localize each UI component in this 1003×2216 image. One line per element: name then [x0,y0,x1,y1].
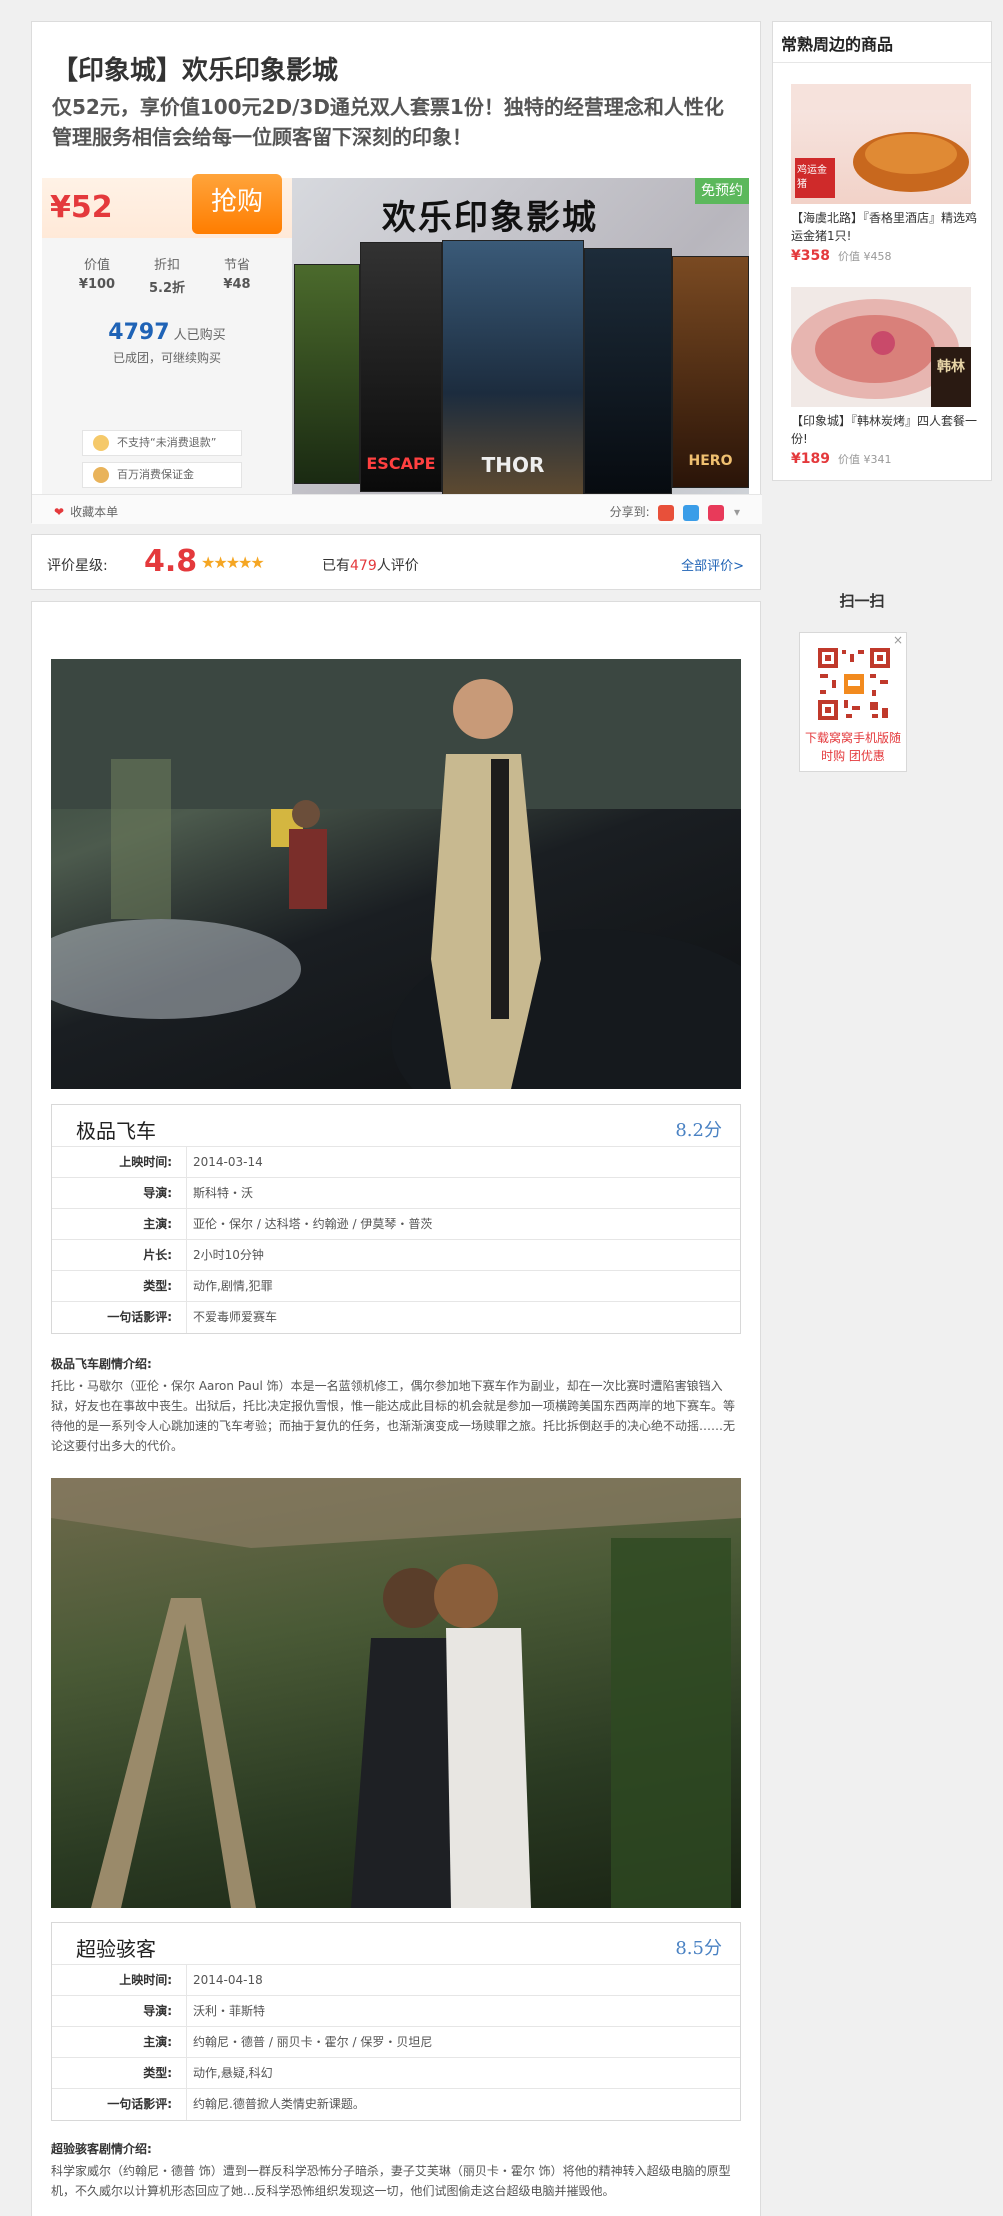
movie-1-synopsis-title: 极品飞车剧情介绍: [51,1357,152,1371]
movie-1-row: 类型: 动作,剧情,犯罪 [52,1271,740,1302]
guarantee-no-refund: 不支持“未消费退款” [82,430,242,456]
share-label: 分享到: [609,505,650,519]
heart-icon: ❤ [54,505,65,519]
bought-note: 已成团，可继续购买 [112,351,221,365]
nearby-title: 常熟周边的商品 [781,35,894,54]
movie-1-row: 上映时间: 2014-03-14 [52,1147,740,1178]
poster-3 [584,248,672,494]
poster-1 [294,264,360,484]
qr-code-image [816,646,892,722]
stat-saving: 节省 ¥48 [223,258,251,292]
deal-subtitle: 仅52元，享价值100元2D/3D通兑双人套票1份！独特的经营理念和人性化管理服… [52,95,724,149]
poster-escape: ESCAPE [360,242,442,492]
movie-2-synopsis-title: 超验骇客剧情介绍: [51,2142,152,2156]
share-more-icon[interactable]: ▾ [734,505,740,519]
nearby-item-2-image-text: 韩林 [937,359,965,375]
movie-1-title: 极品飞车 [76,1119,156,1143]
deal-banner-image: 欢乐印象影城 免预约 ESCAPE THOR HERO [292,178,749,504]
rating-count: 已有479人评价 [322,558,419,574]
nearby-item-1-image[interactable]: 鸡运金猪 [791,84,971,204]
movie-2-row: 主演: 约翰尼・德普 / 丽贝卡・霍尔 / 保罗・贝坦尼 [52,2027,740,2058]
movie-2-synopsis: 超验骇客剧情介绍: 科学家威尔（约翰尼・德普 饰）遭到一群反科学恐怖分子暗杀，妻… [51,2139,743,2201]
deal-title: 【印象城】欢乐印象影城 [52,56,339,86]
bought-count: 4797 人已购买 已成团，可继续购买 [42,320,292,366]
close-icon[interactable]: × [893,633,903,647]
movie-1-row: 片长: 2小时10分钟 [52,1240,740,1271]
movie-2-score: 8.5分 [675,1938,722,1959]
share-bar: 分享到: ▾ [610,503,740,521]
current-price: ¥52 [50,190,113,225]
price-box: ¥52 抢购 价值 ¥100 折扣 5.2折 节省 ¥48 4797 人已购买 已成团… [42,174,292,504]
movie-1-header: 极品飞车 8.2分 [52,1105,740,1147]
movie-1-row: 主演: 亚伦・保尔 / 达科塔・约翰逊 / 伊莫琴・普茨 [52,1209,740,1240]
movie-2-header: 超验骇客 8.5分 [52,1923,740,1965]
guarantee-deposit: 百万消费保证金 [82,462,242,488]
rating-stars: ★★★★★ [201,553,265,572]
movie-1-row: 一句话影评: 不爱毒师爱赛车 [52,1302,740,1333]
all-reviews-link[interactable]: 全部评价> [681,555,744,574]
rating-label: 评价星级: [47,558,108,574]
movie-2-info: 超验骇客 8.5分 上映时间: 2014-04-18 导演: 沃利・菲斯特 主演: 约… [51,1922,741,2121]
share-qq-icon[interactable] [683,504,700,521]
free-booking-badge: 免预约 [695,178,749,204]
nearby-item-1-image-text: 鸡运金猪 [797,165,827,190]
stat-value: 价值 ¥100 [78,258,116,292]
movie-1-photo [51,659,741,1089]
poster-4: HERO [672,256,749,488]
deal-panel: 【印象城】欢乐印象影城 仅52元，享价值100元2D/3D通兑双人套票1份！独特… [31,21,762,524]
share-renren-icon[interactable] [708,504,725,521]
detail-panel: 极品飞车 8.2分 上映时间: 2014-03-14 导演: 斯科特・沃 主演: 亚伦… [31,601,761,2216]
movie-2-row: 类型: 动作,悬疑,科幻 [52,2058,740,2089]
nearby-item-1-name[interactable]: 【海虞北路】『香格里酒店』精选鸡运金猪1只! [791,209,981,245]
nearby-item-2-price: ¥189 价值 ¥341 [791,451,892,467]
nearby-item-2-name[interactable]: 【印象城】『韩林炭烤』四人套餐一份! [791,412,981,448]
nearby-item-2-image[interactable]: 韩林 [791,287,971,407]
share-weibo-icon[interactable] [658,504,675,521]
price-bar: ¥52 抢购 [42,174,292,238]
no-refund-icon [93,435,109,451]
movie-2-photo [51,1478,741,1908]
buy-button[interactable]: 抢购 [192,174,282,234]
movie-1-row: 导演: 斯科特・沃 [52,1178,740,1209]
qr-code-box: × 下载窝窝手机版随时购 团优惠 [799,632,907,772]
rating-value: 4.8 [144,544,198,579]
poster-thor: THOR [442,240,584,496]
price-stats: 价值 ¥100 折扣 5.2折 节省 ¥48 [62,254,272,296]
scan-label: 扫一扫 [839,592,885,610]
movie-2-synopsis-text: 科学家威尔（约翰尼・德普 饰）遭到一群反科学恐怖分子暗杀，妻子艾芙琳（丽贝卡・霍… [51,2164,731,2198]
movie-2-title: 超验骇客 [76,1937,156,1961]
movie-2-row: 一句话影评: 约翰尼.德普掀人类情史新课题。 [52,2089,740,2120]
stat-discount: 折扣 5.2折 [148,258,186,296]
movie-1-score: 8.2分 [675,1120,722,1141]
favorite-link[interactable]: ❤ 收藏本单 [54,503,118,520]
shield-icon [93,467,109,483]
qr-caption: 下载窝窝手机版随时购 团优惠 [804,731,901,763]
movie-1-synopsis-text: 托比・马歇尔（亚伦・保尔 Aaron Paul 饰）本是一名蓝领机修工，偶尔参加… [51,1379,736,1453]
nearby-item-1-price: ¥358 价值 ¥458 [791,248,892,264]
deal-footer: ❤ 收藏本单 分享到: ▾ [32,494,762,524]
banner-title: 欢乐印象影城 [382,198,598,238]
divider [773,62,991,63]
movie-1-info: 极品飞车 8.2分 上映时间: 2014-03-14 导演: 斯科特・沃 主演: 亚伦… [51,1104,741,1334]
movie-2-row: 导演: 沃利・菲斯特 [52,1996,740,2027]
rating-bar: 评价星级: 4.8 ★★★★★ 已有479人评价 全部评价> [31,534,761,590]
nearby-products-panel: 常熟周边的商品 鸡运金猪 【海虞北路】『香格里酒店』精选鸡运金猪1只! ¥358… [772,21,992,481]
movie-2-row: 上映时间: 2014-04-18 [52,1965,740,1996]
movie-1-synopsis: 极品飞车剧情介绍: 托比・马歇尔（亚伦・保尔 Aaron Paul 饰）本是一名… [51,1354,743,1456]
